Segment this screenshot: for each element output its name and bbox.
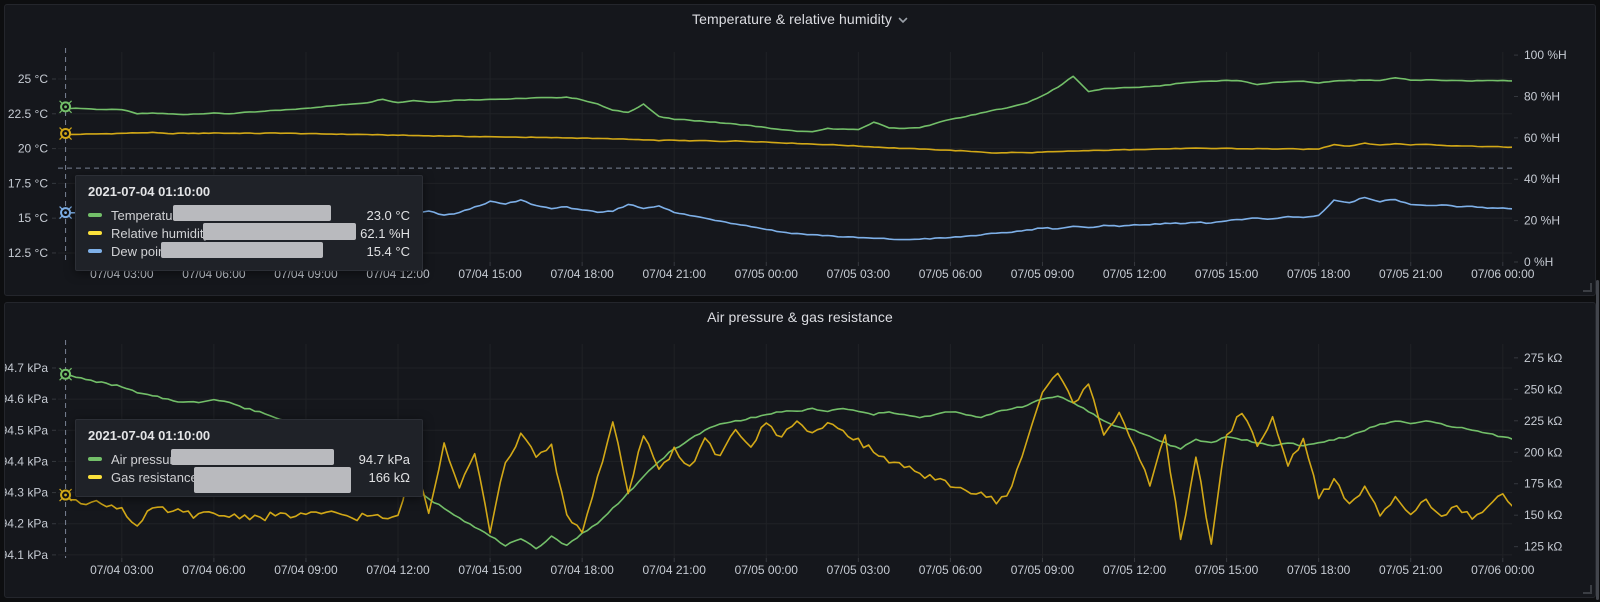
y-axis-right-label: 0 %H	[1524, 255, 1553, 269]
series-color-swatch	[88, 457, 102, 461]
series-color-swatch	[88, 249, 102, 253]
y-axis-left-label: 94.2 kPa	[5, 517, 48, 531]
x-tick-label: 07/05 00:00	[735, 267, 799, 281]
panel-resize-handle[interactable]	[1583, 283, 1592, 292]
y-axis-right-label: 80 %H	[1524, 89, 1560, 103]
y-axis-right-label: 225 kΩ	[1524, 414, 1562, 428]
chevron-down-icon[interactable]	[898, 17, 908, 24]
x-tick-label: 07/04 03:00	[90, 563, 154, 577]
y-axis-left-label: 25 °C	[18, 72, 48, 86]
tooltip-timestamp: 2021-07-04 01:10:00	[88, 428, 410, 443]
tooltip-timestamp: 2021-07-04 01:10:00	[88, 184, 410, 199]
x-tick-label: 07/05 18:00	[1287, 267, 1351, 281]
hover-marker	[60, 489, 72, 501]
y-axis-right-label: 250 kΩ	[1524, 382, 1562, 396]
y-axis-left-label: 94.3 kPa	[5, 486, 48, 500]
tooltip-value: 94.7 kPa	[359, 452, 410, 467]
x-tick-label: 07/04 15:00	[458, 563, 522, 577]
y-axis-right-label: 40 %H	[1524, 172, 1560, 186]
x-tick-label: 07/05 00:00	[735, 563, 799, 577]
x-tick-label: 07/06 00:00	[1471, 267, 1535, 281]
shared-tooltip: 2021-07-04 01:10:00Air pressure94.7 kPaG…	[75, 419, 423, 497]
y-axis-right-label: 275 kΩ	[1524, 351, 1562, 365]
x-tick-label: 07/04 21:00	[643, 267, 707, 281]
tooltip-value: 166 kΩ	[368, 470, 410, 485]
x-tick-label: 07/05 18:00	[1287, 563, 1351, 577]
series-color-swatch	[88, 231, 102, 235]
panel-temperature-humidity: Temperature & relative humidity 07/04 03…	[4, 4, 1596, 296]
redacted-text	[203, 223, 356, 240]
y-axis-left-label: 94.6 kPa	[5, 392, 48, 406]
y-axis-left-label: 94.4 kPa	[5, 454, 48, 468]
y-axis-left-label: 17.5 °C	[8, 176, 48, 190]
y-axis-right-label: 150 kΩ	[1524, 508, 1562, 522]
series-color-swatch	[88, 213, 102, 217]
panel-pressure-gas: Air pressure & gas resistance 07/04 03:0…	[4, 302, 1596, 598]
y-axis-left-label: 94.5 kPa	[5, 423, 48, 437]
redacted-text	[194, 467, 351, 493]
x-tick-label: 07/05 12:00	[1103, 563, 1167, 577]
x-tick-label: 07/05 21:00	[1379, 563, 1443, 577]
y-axis-left-label: 22.5 °C	[8, 107, 48, 121]
y-axis-right-label: 200 kΩ	[1524, 445, 1562, 459]
series-line-temperature	[61, 76, 1519, 131]
hover-marker	[60, 368, 72, 380]
x-tick-label: 07/04 09:00	[274, 563, 338, 577]
y-axis-right-label: 20 %H	[1524, 214, 1560, 228]
panel-header[interactable]: Temperature & relative humidity	[5, 5, 1595, 33]
x-tick-label: 07/05 21:00	[1379, 267, 1443, 281]
hover-marker	[60, 207, 72, 219]
x-tick-label: 07/05 15:00	[1195, 267, 1259, 281]
y-axis-left-label: 15 °C	[18, 211, 48, 225]
redacted-text	[161, 242, 323, 258]
grafana-dashboard: Temperature & relative humidity 07/04 03…	[0, 0, 1600, 602]
x-tick-label: 07/04 06:00	[182, 563, 246, 577]
series-color-swatch	[88, 475, 102, 479]
redacted-text	[173, 205, 331, 221]
panel-title: Temperature & relative humidity	[692, 11, 892, 27]
x-tick-label: 07/05 06:00	[919, 267, 983, 281]
x-tick-label: 07/04 12:00	[366, 563, 430, 577]
shared-tooltip: 2021-07-04 01:10:00Temperature23.0 °CRel…	[75, 175, 423, 271]
x-tick-label: 07/05 12:00	[1103, 267, 1167, 281]
x-tick-label: 07/06 00:00	[1471, 563, 1535, 577]
x-tick-label: 07/05 15:00	[1195, 563, 1259, 577]
y-axis-right-label: 60 %H	[1524, 131, 1560, 145]
x-tick-label: 07/04 18:00	[550, 563, 614, 577]
x-tick-label: 07/05 03:00	[827, 267, 891, 281]
panel-resize-handle[interactable]	[1583, 585, 1592, 594]
x-tick-label: 07/04 21:00	[643, 563, 707, 577]
panel-title: Air pressure & gas resistance	[707, 309, 893, 325]
x-tick-label: 07/05 03:00	[827, 563, 891, 577]
series-line-relative-humidity	[61, 132, 1519, 153]
tooltip-value: 62.1 %H	[360, 226, 410, 241]
tooltip-value: 23.0 °C	[366, 208, 410, 223]
panel-header[interactable]: Air pressure & gas resistance	[5, 303, 1595, 331]
y-axis-right-label: 175 kΩ	[1524, 477, 1562, 491]
tooltip-series-label: Relative humidity	[111, 226, 210, 241]
hover-marker	[60, 128, 72, 140]
x-tick-label: 07/04 15:00	[458, 267, 522, 281]
hover-marker	[60, 101, 72, 113]
page-scrollbar-thumb[interactable]	[1596, 280, 1599, 600]
y-axis-left-label: 94.1 kPa	[5, 548, 48, 562]
x-tick-label: 07/05 06:00	[919, 563, 983, 577]
y-axis-right-label: 100 %H	[1524, 48, 1567, 62]
redacted-text	[171, 449, 334, 465]
y-axis-left-label: 20 °C	[18, 142, 48, 156]
x-tick-label: 07/04 18:00	[550, 267, 614, 281]
y-axis-right-label: 125 kΩ	[1524, 540, 1562, 554]
x-tick-label: 07/05 09:00	[1011, 563, 1075, 577]
x-tick-label: 07/05 09:00	[1011, 267, 1075, 281]
y-axis-left-label: 94.7 kPa	[5, 361, 48, 375]
tooltip-series-label: Gas resistance	[111, 470, 198, 485]
tooltip-value: 15.4 °C	[366, 244, 410, 259]
y-axis-left-label: 12.5 °C	[8, 246, 48, 260]
